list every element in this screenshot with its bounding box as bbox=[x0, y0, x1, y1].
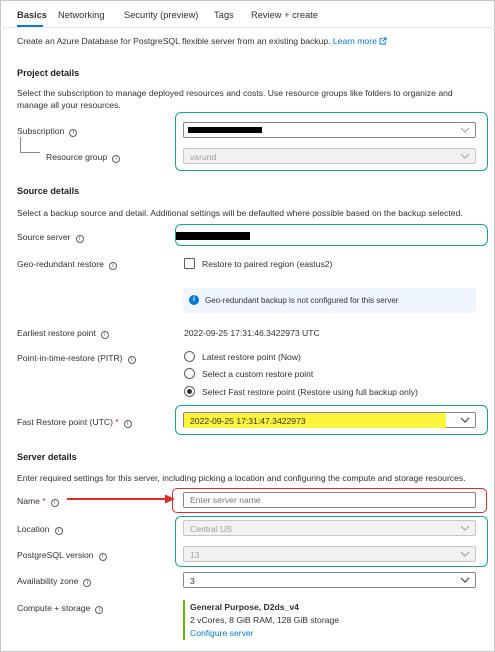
tab-divider bbox=[0, 27, 495, 28]
tab-tags[interactable]: Tags bbox=[214, 10, 234, 20]
source-server-label-text: Source server bbox=[17, 232, 71, 242]
info-icon[interactable]: i bbox=[112, 155, 121, 163]
learn-more-link[interactable]: Learn more bbox=[333, 36, 377, 46]
info-icon[interactable]: i bbox=[127, 356, 136, 364]
location-label-text: Location bbox=[17, 524, 50, 534]
source-details-description: Select a backup source and detail. Addit… bbox=[17, 208, 463, 218]
info-icon[interactable]: i bbox=[100, 331, 109, 339]
chevron-down-icon bbox=[460, 551, 470, 557]
required-marker: * bbox=[115, 417, 119, 427]
compute-specs: 2 vCores, 8 GiB RAM, 128 GiB storage bbox=[190, 615, 340, 625]
info-icon[interactable]: i bbox=[50, 499, 59, 507]
chevron-down-icon bbox=[460, 577, 470, 583]
external-link-icon[interactable] bbox=[379, 37, 387, 45]
subscription-dropdown[interactable] bbox=[183, 122, 476, 138]
postgres-version-label: PostgreSQL version i bbox=[17, 550, 107, 561]
source-server-label: Source server i bbox=[17, 232, 84, 243]
server-details-heading: Server details bbox=[17, 452, 77, 462]
chevron-down-icon bbox=[460, 525, 470, 531]
info-icon[interactable]: i bbox=[108, 262, 117, 270]
geo-restore-checkbox[interactable] bbox=[184, 258, 195, 269]
pitr-label: Point-in-time-restore (PITR) i bbox=[17, 353, 136, 364]
earliest-restore-label-text: Earliest restore point bbox=[17, 328, 96, 338]
tab-networking[interactable]: Networking bbox=[58, 10, 105, 20]
location-label: Location i bbox=[17, 524, 63, 535]
redacted-subscription bbox=[188, 127, 262, 133]
location-dropdown[interactable]: Central US bbox=[183, 520, 476, 536]
geo-restore-label: Geo-redundant restore i bbox=[17, 259, 117, 270]
compute-accent-bar bbox=[183, 600, 185, 640]
location-value: Central US bbox=[190, 524, 233, 534]
availability-zone-label: Availability zone i bbox=[17, 576, 92, 587]
postgres-version-value: 13 bbox=[190, 550, 200, 560]
compute-tier: General Purpose, D2ds_v4 bbox=[190, 602, 299, 612]
info-icon[interactable]: i bbox=[54, 527, 63, 535]
resource-group-value: varund bbox=[190, 152, 217, 162]
project-details-heading: Project details bbox=[17, 68, 80, 78]
resource-group-label: Resource group i bbox=[46, 152, 121, 163]
chevron-down-icon bbox=[460, 127, 470, 133]
fast-restore-label: Fast Restore point (UTC) * i bbox=[17, 417, 132, 428]
subscription-label: Subscription i bbox=[17, 126, 78, 137]
tab-basics[interactable]: Basics bbox=[17, 10, 47, 20]
subscription-label-text: Subscription bbox=[17, 126, 65, 136]
earliest-restore-label: Earliest restore point i bbox=[17, 328, 109, 339]
pitr-radio-custom[interactable] bbox=[184, 368, 195, 379]
compute-storage-label: Compute + storage i bbox=[17, 603, 104, 614]
tree-line-vertical bbox=[20, 137, 21, 153]
info-icon[interactable]: i bbox=[75, 235, 84, 243]
chevron-down-icon bbox=[460, 417, 470, 423]
pitr-label-text: Point-in-time-restore (PITR) bbox=[17, 353, 123, 363]
configure-server-link[interactable]: Configure server bbox=[190, 628, 254, 638]
server-name-label-text: Name bbox=[17, 496, 40, 506]
geo-info-banner: i Geo-redundant backup is not configured… bbox=[183, 288, 476, 313]
geo-restore-label-text: Geo-redundant restore bbox=[17, 259, 104, 269]
pitr-radio-latest[interactable] bbox=[184, 351, 195, 362]
info-icon[interactable]: i bbox=[69, 129, 78, 137]
compute-storage-label-text: Compute + storage bbox=[17, 603, 91, 613]
availability-zone-label-text: Availability zone bbox=[17, 576, 79, 586]
redacted-source-server bbox=[176, 232, 250, 240]
server-name-input[interactable] bbox=[183, 492, 476, 508]
availability-zone-dropdown[interactable]: 3 bbox=[183, 572, 476, 588]
tab-security[interactable]: Security (preview) bbox=[124, 10, 198, 20]
tree-line-horizontal bbox=[20, 152, 40, 153]
postgres-version-label-text: PostgreSQL version bbox=[17, 550, 94, 560]
geo-info-message: Geo-redundant backup is not configured f… bbox=[205, 296, 399, 305]
pitr-option-fast: Select Fast restore point (Restore using… bbox=[202, 387, 418, 397]
intro-text: Create an Azure Database for PostgreSQL … bbox=[17, 36, 387, 46]
intro-description: Create an Azure Database for PostgreSQL … bbox=[17, 36, 331, 46]
resource-group-label-text: Resource group bbox=[46, 152, 108, 162]
availability-zone-value: 3 bbox=[190, 576, 195, 586]
info-filled-icon: i bbox=[189, 295, 199, 305]
pitr-option-custom: Select a custom restore point bbox=[202, 369, 314, 379]
fast-restore-value: 2022-09-25 17:31:47.3422973 bbox=[190, 416, 306, 426]
info-icon[interactable]: i bbox=[98, 553, 107, 561]
tab-review-create[interactable]: Review + create bbox=[251, 10, 318, 20]
info-icon[interactable]: i bbox=[123, 420, 132, 428]
geo-restore-checkbox-label: Restore to paired region (eastus2) bbox=[202, 259, 333, 269]
fast-restore-label-text: Fast Restore point (UTC) bbox=[17, 417, 113, 427]
pitr-radio-fast[interactable] bbox=[184, 386, 195, 397]
pitr-option-latest: Latest restore point (Now) bbox=[202, 352, 301, 362]
required-marker: * bbox=[42, 496, 46, 506]
source-details-heading: Source details bbox=[17, 186, 80, 196]
red-arrow-icon bbox=[67, 494, 175, 504]
earliest-restore-value: 2022-09-25 17:31:46.3422973 UTC bbox=[184, 328, 320, 338]
project-details-description: Select the subscription to manage deploy… bbox=[17, 88, 453, 110]
server-name-label: Name * i bbox=[17, 496, 59, 507]
chevron-down-icon bbox=[460, 153, 470, 159]
server-details-description: Enter required settings for this server,… bbox=[17, 473, 466, 483]
info-icon[interactable]: i bbox=[83, 579, 92, 587]
info-icon[interactable]: i bbox=[95, 606, 104, 614]
postgres-version-dropdown[interactable]: 13 bbox=[183, 546, 476, 562]
resource-group-dropdown[interactable]: varund bbox=[183, 148, 476, 164]
